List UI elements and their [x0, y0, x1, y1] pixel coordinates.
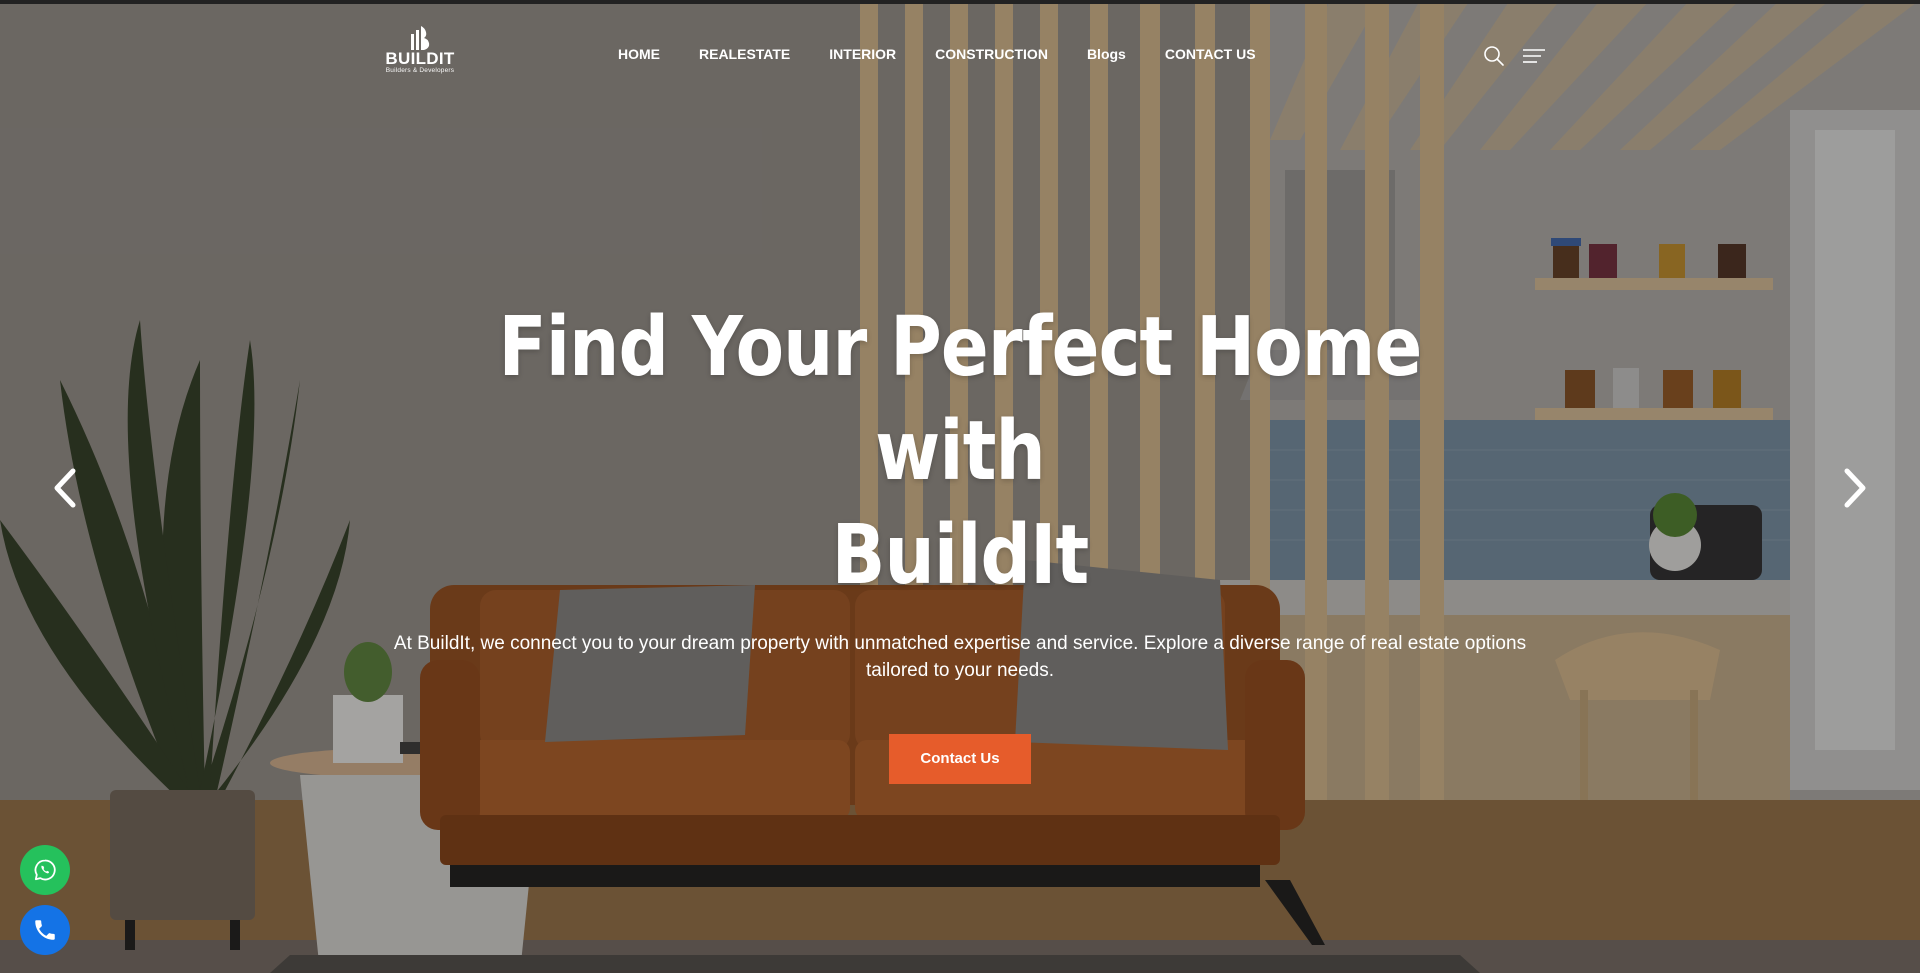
hero-title-line2: BuildIt: [831, 508, 1090, 603]
top-border: [0, 0, 1920, 4]
hero-title-line1: Find Your Perfect Home with: [498, 300, 1423, 499]
nav-item-interior[interactable]: INTERIOR: [829, 46, 896, 62]
nav-item-home[interactable]: HOME: [618, 46, 660, 62]
hero-title: Find Your Perfect Home with BuildIt: [444, 296, 1476, 608]
slider-prev-button[interactable]: [44, 465, 84, 511]
logo-mark-icon: [411, 26, 430, 50]
site-header: BUILDIT Builders & Developers HOME REALE…: [0, 4, 1920, 104]
contact-us-button[interactable]: Contact Us: [889, 734, 1031, 784]
nav-item-contact-us[interactable]: CONTACT US: [1165, 46, 1256, 62]
chevron-right-icon: [1844, 468, 1866, 508]
main-navigation: HOME REALESTATE INTERIOR CONSTRUCTION Bl…: [618, 46, 1256, 62]
phone-icon: [35, 920, 55, 940]
hero-content: Find Your Perfect Home with BuildIt At B…: [360, 296, 1560, 784]
whatsapp-icon: [34, 859, 56, 881]
brand-tagline: Builders & Developers: [385, 67, 455, 74]
header-actions: [1482, 44, 1546, 68]
brand-logo[interactable]: BUILDIT Builders & Developers: [378, 26, 462, 80]
nav-item-blogs[interactable]: Blogs: [1087, 46, 1126, 62]
nav-item-construction[interactable]: CONSTRUCTION: [935, 46, 1048, 62]
menu-icon[interactable]: [1522, 44, 1546, 68]
chevron-left-icon: [54, 468, 76, 508]
brand-name: BUILDIT: [385, 49, 455, 68]
whatsapp-button[interactable]: [20, 845, 70, 895]
search-icon[interactable]: [1482, 44, 1506, 68]
slider-next-button[interactable]: [1836, 465, 1876, 511]
phone-button[interactable]: [20, 905, 70, 955]
hero-description: At BuildIt, we connect you to your dream…: [393, 633, 1527, 681]
nav-item-realestate[interactable]: REALESTATE: [699, 46, 790, 62]
